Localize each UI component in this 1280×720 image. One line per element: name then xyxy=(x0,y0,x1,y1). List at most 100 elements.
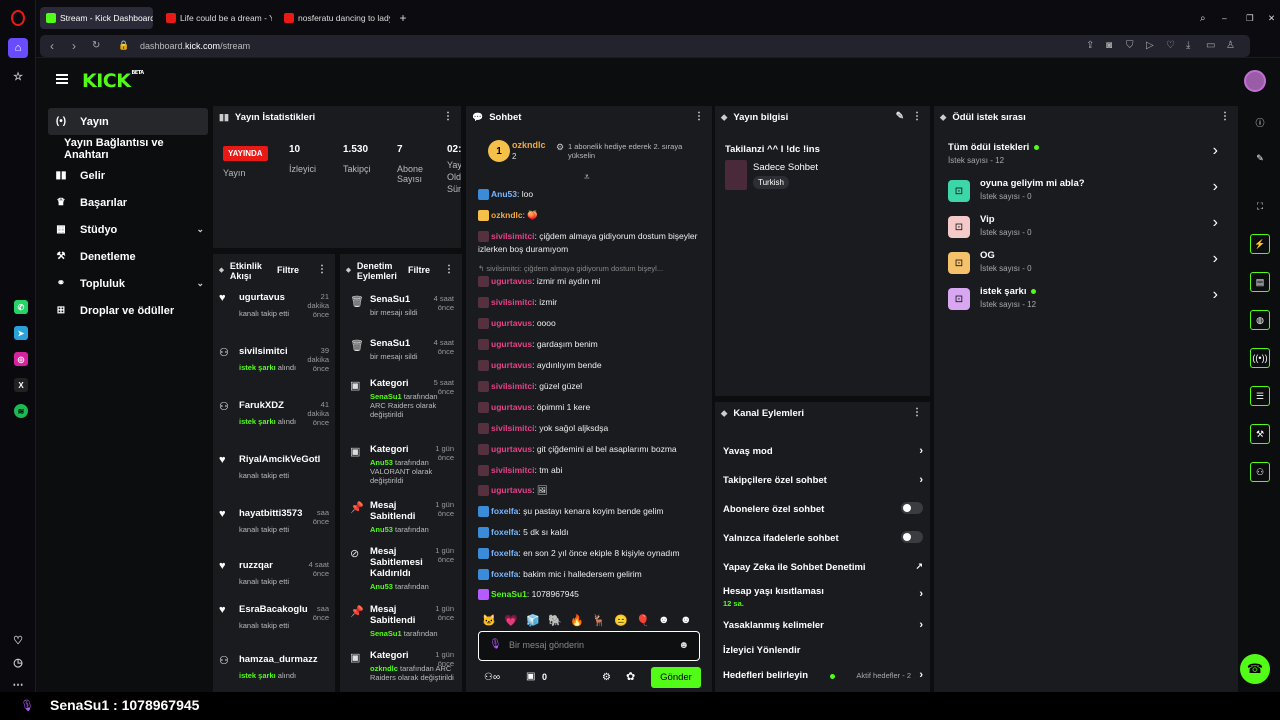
chat-username[interactable]: ugurtavus xyxy=(491,444,532,454)
reward-item[interactable]: ⊡ Vip İstek sayısı - 0 › xyxy=(948,214,1218,246)
sidebar-item-gelir[interactable]: ▮▮ Gelir xyxy=(48,162,208,189)
channel-action-8[interactable]: Hedefleri belirleyin › Aktif hedefler - 2 xyxy=(723,669,923,681)
heart-icon[interactable]: ♡ xyxy=(8,630,28,650)
list-item[interactable]: ▣ Kategori 1 gün önce ozkndlc tarafından AR… xyxy=(348,650,454,682)
list-item[interactable]: ♥ ruzzqar 4 saat önce kanalı takip etti xyxy=(219,560,329,586)
more-icon[interactable]: ⋯ xyxy=(8,674,28,694)
list-item[interactable]: ♥ ugurtavus 21 dakika önce kanalı takip ett… xyxy=(219,292,329,319)
emoji-icon[interactable]: ☻ xyxy=(678,640,689,651)
history-icon[interactable]: ◷ xyxy=(8,652,28,672)
chat-username[interactable]: sivilsimitci xyxy=(491,231,534,241)
emote-icon[interactable]: 🐱 xyxy=(482,614,496,627)
list-item[interactable]: ♥ hayatbitti3573 saa önce kanalı takip etti xyxy=(219,508,329,534)
chat-message[interactable]: ugurtavus: izmir mi aydın mi xyxy=(478,275,698,288)
chat-message[interactable]: sivilsimitci: yok sağol aljksdşa xyxy=(478,422,698,435)
kick-logo[interactable]: KICKBETA xyxy=(82,70,144,92)
url-field[interactable]: ‹ › ↻ 🔒 dashboard.kick.com/stream ⇪ ◙ ⛉ … xyxy=(40,35,1250,57)
language-tag[interactable]: Turkish xyxy=(753,176,789,189)
chat-message[interactable]: foxelfa: bakim mic i halledersem gelirim xyxy=(478,568,698,581)
list-item[interactable]: 📌 Mesaj Sabitlendi 1 gün önce Anu53 tarafın… xyxy=(348,500,454,534)
reward-item[interactable]: ⊡ istek şarkı İstek sayısı - 12 › xyxy=(948,286,1218,318)
forward-icon[interactable]: › xyxy=(72,39,76,53)
menu-icon[interactable] xyxy=(56,74,68,84)
chat-username[interactable]: sivilsimitci xyxy=(491,297,534,307)
instagram-icon[interactable]: ◎ xyxy=(14,352,28,366)
emote-icon[interactable]: 🎈 xyxy=(636,614,650,627)
search-tabs-icon[interactable]: ⌕ xyxy=(1194,7,1210,29)
home-icon[interactable]: ⌂ xyxy=(8,38,28,58)
list-item[interactable]: ⚇ hamzaa_durmazz istek şarkı alındı xyxy=(219,654,329,680)
toggle-switch[interactable] xyxy=(901,531,923,543)
new-tab-button[interactable]: + xyxy=(394,7,412,29)
chat-username[interactable]: foxelfa xyxy=(491,569,518,579)
emote-icon[interactable]: 🔥 xyxy=(570,614,584,627)
emote-icon[interactable]: 😑 xyxy=(614,614,628,627)
spotify-icon[interactable]: ≋ xyxy=(14,404,28,418)
sidebar-item-stream-key[interactable]: Yayın Bağlantısı ve Anahtarı xyxy=(48,135,208,162)
chat-message[interactable]: ugurtavus: gardaşım benim xyxy=(478,338,698,351)
share-icon[interactable]: ⇪ xyxy=(1086,40,1094,51)
chat-username[interactable]: ugurtavus xyxy=(491,485,532,495)
list-item[interactable]: 🗑 SenaSu1 4 saat önce bir mesajı sildi xyxy=(348,294,454,317)
chat-message[interactable]: foxelfa: en son 2 yıl önce ekiple 8 kişi… xyxy=(478,547,698,560)
chat-username[interactable]: sivilsimitci xyxy=(491,423,534,433)
list-item[interactable]: ⊘ Mesaj Sabitlemesi Kaldırıldı 1 gün önce A… xyxy=(348,546,454,591)
favorite-icon[interactable]: ♡ xyxy=(1166,40,1175,51)
mic-icon[interactable]: 🎙 xyxy=(489,639,502,650)
kebab-icon[interactable]: ⋮ xyxy=(317,265,327,275)
list-item[interactable]: ⚇ FarukXDZ 41 dakika önce istek şarkı alınd… xyxy=(219,400,329,427)
list-item[interactable]: ▣ Kategori 1 gün önce Anu53 tarafından VALO… xyxy=(348,444,454,485)
chat-message[interactable]: ugurtavus: 🖼 xyxy=(478,484,698,497)
notes-icon[interactable]: ▤ xyxy=(1250,272,1270,292)
reward-item[interactable]: ⊡ oyuna geliyim mi abla? İstek sayısı - 0 › xyxy=(948,178,1218,210)
gift-icon[interactable]: ▣ xyxy=(526,671,535,682)
reward-item[interactable]: ⊡ OG İstek sayısı - 0 › xyxy=(948,250,1218,282)
chat-username[interactable]: ugurtavus xyxy=(491,360,532,370)
channel-action-1[interactable]: Takipçilere özel sohbet › xyxy=(723,474,923,486)
chat-message[interactable]: ugurtavus: oooo xyxy=(478,317,698,330)
play-icon[interactable]: ▷ xyxy=(1146,40,1154,51)
chat-message[interactable]: foxelfa: şu pastayı kenara koyim bende g… xyxy=(478,505,698,518)
expand-icon[interactable]: ⛶ xyxy=(1250,196,1270,216)
channel-action-4[interactable]: Yapay Zeka ile Sohbet Denetimi ↗ xyxy=(723,561,923,573)
chat-username[interactable]: ozkndlc xyxy=(491,210,523,220)
chat-username[interactable]: sivilsimitci xyxy=(491,465,534,475)
help-chat-button[interactable]: ☎ xyxy=(1240,654,1270,684)
chat-message[interactable]: ugurtavus: öpimmi 1 kere xyxy=(478,401,698,414)
channel-action-0[interactable]: Yavaş mod › xyxy=(723,445,923,457)
url-text[interactable]: dashboard.kick.com/stream xyxy=(140,41,250,51)
kebab-icon[interactable]: ⋮ xyxy=(912,407,922,418)
list-item[interactable]: 📌 Mesaj Sabitlendi 1 gün önce SenaSu1 taraf… xyxy=(348,604,454,638)
list-item[interactable]: ⚇ sivilsimitci 39 dakika önce istek şarkı a… xyxy=(219,346,329,373)
emote-icon[interactable]: 🐘 xyxy=(548,614,562,627)
kebab-icon[interactable]: ⋮ xyxy=(444,265,454,275)
chat-message[interactable]: Anu53: loo xyxy=(478,188,698,201)
broadcast-icon[interactable]: ((•)) xyxy=(1250,348,1270,368)
list-item[interactable]: ♥ RiyalAmcikVeGotl kanalı takip etti xyxy=(219,454,329,480)
emote-icon[interactable]: 💗 xyxy=(504,614,518,627)
chat-message[interactable]: sivilsimitci: çiğdem almaya gidiyorum do… xyxy=(478,230,698,256)
kebab-icon[interactable]: ⋮ xyxy=(694,111,704,122)
sidebar-item-studyo[interactable]: ▦ Stüdyo ⌄ xyxy=(48,216,208,243)
chat-username[interactable]: foxelfa xyxy=(491,527,518,537)
edit-icon[interactable]: ✎ xyxy=(896,111,904,122)
list-item[interactable]: 🗑 SenaSu1 4 saat önce bir mesajı sildi xyxy=(348,338,454,361)
wallet-icon[interactable]: ▭ xyxy=(1206,40,1215,51)
category-name[interactable]: Sadece Sohbet xyxy=(753,162,818,173)
kebab-icon[interactable]: ⋮ xyxy=(443,111,453,122)
kebab-icon[interactable]: ⋮ xyxy=(912,111,922,122)
info-icon[interactable]: ⓘ xyxy=(1250,112,1270,132)
sidebar-item-yayin[interactable]: (•) Yayın xyxy=(48,108,208,135)
wrench-icon[interactable]: ⚒ xyxy=(1250,424,1270,444)
sidebar-item-basarilar[interactable]: ♛ Başarılar xyxy=(48,189,208,216)
maximize-icon[interactable]: ❐ xyxy=(1240,7,1256,29)
community-icon[interactable]: ⚇ xyxy=(1250,462,1270,482)
download-icon[interactable]: ⤓ xyxy=(1186,40,1190,51)
channel-action-5[interactable]: Hesap yaşı kısıtlaması 12 sa. › xyxy=(723,586,923,608)
shield-icon[interactable]: ⛉ xyxy=(1126,40,1134,51)
tab-youtube-1[interactable]: Life could be a dream - Yo xyxy=(160,7,272,29)
chat-username[interactable]: Anu53 xyxy=(491,189,517,199)
opera-logo-icon[interactable] xyxy=(11,10,25,26)
chat-message[interactable]: SenaSu1: 1078967945 xyxy=(478,588,698,601)
moderation-filter-button[interactable]: Filtre xyxy=(408,265,430,275)
